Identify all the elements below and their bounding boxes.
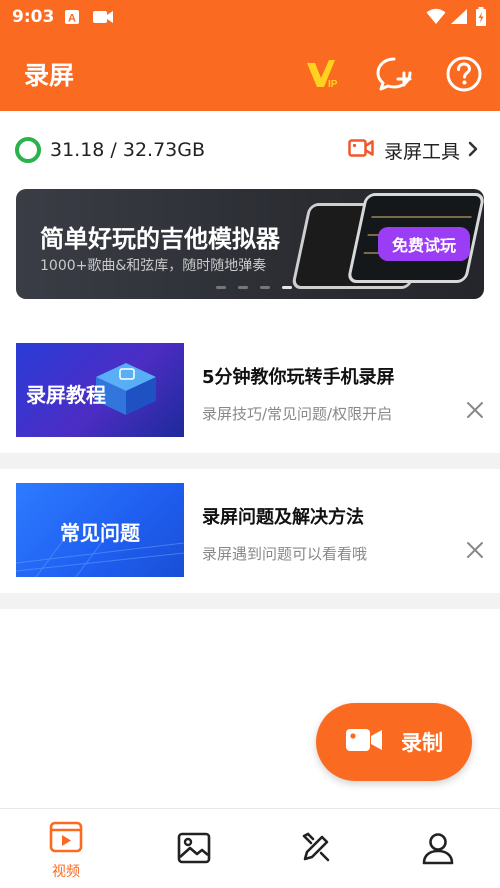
- nav-item-gallery[interactable]: [159, 821, 229, 881]
- faq-card[interactable]: 常见问题 录屏问题及解决方法 录屏遇到问题可以看看哦: [0, 469, 500, 593]
- close-icon[interactable]: [464, 399, 486, 421]
- tools-label: 录屏工具: [383, 140, 460, 163]
- storage-indicator: 31.18 / 32.73GB: [14, 135, 205, 165]
- close-icon[interactable]: [464, 539, 486, 561]
- nav-item-video[interactable]: 视频: [31, 821, 101, 881]
- status-bar: 9:03 A: [0, 0, 500, 34]
- battery-icon: [475, 7, 487, 30]
- tutorial-card[interactable]: 录屏教程 5分钟教你玩转手机录屏 录屏技巧/常见问题/权限开启: [0, 329, 500, 453]
- faq-thumbnail: 常见问题: [16, 483, 184, 577]
- carousel-dot: [282, 286, 292, 289]
- card-subtitle: 录屏遇到问题可以看看哦: [202, 545, 368, 563]
- carousel-dot: [260, 286, 270, 289]
- card-subtitle: 录屏技巧/常见问题/权限开启: [202, 405, 393, 423]
- banner-title: 简单好玩的吉他模拟器: [40, 225, 280, 253]
- storage-text: 31.18 / 32.73GB: [50, 139, 206, 161]
- vip-icon[interactable]: IP: [302, 54, 342, 94]
- card-title: 5分钟教你玩转手机录屏: [202, 367, 395, 388]
- chevron-right-icon: [468, 138, 478, 162]
- wifi-icon: [426, 8, 446, 29]
- carousel-dot: [216, 286, 226, 289]
- banner-subtitle: 1000+歌曲&和弦库，随时随地弹奏: [40, 258, 267, 274]
- record-button[interactable]: 录制: [316, 703, 472, 781]
- faq-thumbnail-label: 常见问题: [60, 521, 140, 545]
- tutorial-thumbnail: 录屏教程: [16, 343, 184, 437]
- section-divider: [0, 453, 500, 469]
- status-time: 9:03: [12, 7, 55, 27]
- video-tab-icon: [49, 821, 83, 857]
- signal-icon: [450, 8, 468, 29]
- page-title: 录屏: [24, 61, 75, 90]
- section-divider: [0, 593, 500, 609]
- card-title: 录屏问题及解决方法: [202, 507, 364, 528]
- video-camera-icon: [345, 727, 383, 757]
- image-icon: [177, 831, 211, 869]
- font-notification-icon: A: [64, 9, 80, 29]
- edit-tools-icon: [299, 831, 333, 869]
- video-notification-icon: [92, 9, 114, 29]
- storage-ring-icon: [15, 137, 41, 163]
- nav-video-label: 视频: [52, 864, 80, 880]
- app-bar: 录屏 IP: [0, 34, 500, 111]
- nav-item-edit-tools[interactable]: [281, 821, 351, 881]
- record-label: 录制: [401, 731, 443, 755]
- help-icon[interactable]: [444, 54, 484, 94]
- carousel-indicator: [216, 286, 292, 289]
- nav-item-profile[interactable]: [403, 821, 473, 881]
- carousel-dot: [238, 286, 248, 289]
- try-free-button[interactable]: 免费试玩: [378, 227, 470, 261]
- user-icon: [421, 831, 455, 869]
- tutorial-thumbnail-label: 录屏教程: [26, 383, 106, 407]
- feedback-chat-icon[interactable]: [374, 54, 414, 94]
- screen-record-tools-link[interactable]: 录屏工具: [348, 135, 478, 165]
- record-tool-icon: [348, 138, 374, 162]
- bottom-nav: 视频: [0, 808, 500, 888]
- svg-text:IP: IP: [328, 79, 338, 90]
- svg-text:A: A: [68, 13, 76, 25]
- promo-banner[interactable]: 简单好玩的吉他模拟器 1000+歌曲&和弦库，随时随地弹奏 免费试玩: [16, 189, 484, 299]
